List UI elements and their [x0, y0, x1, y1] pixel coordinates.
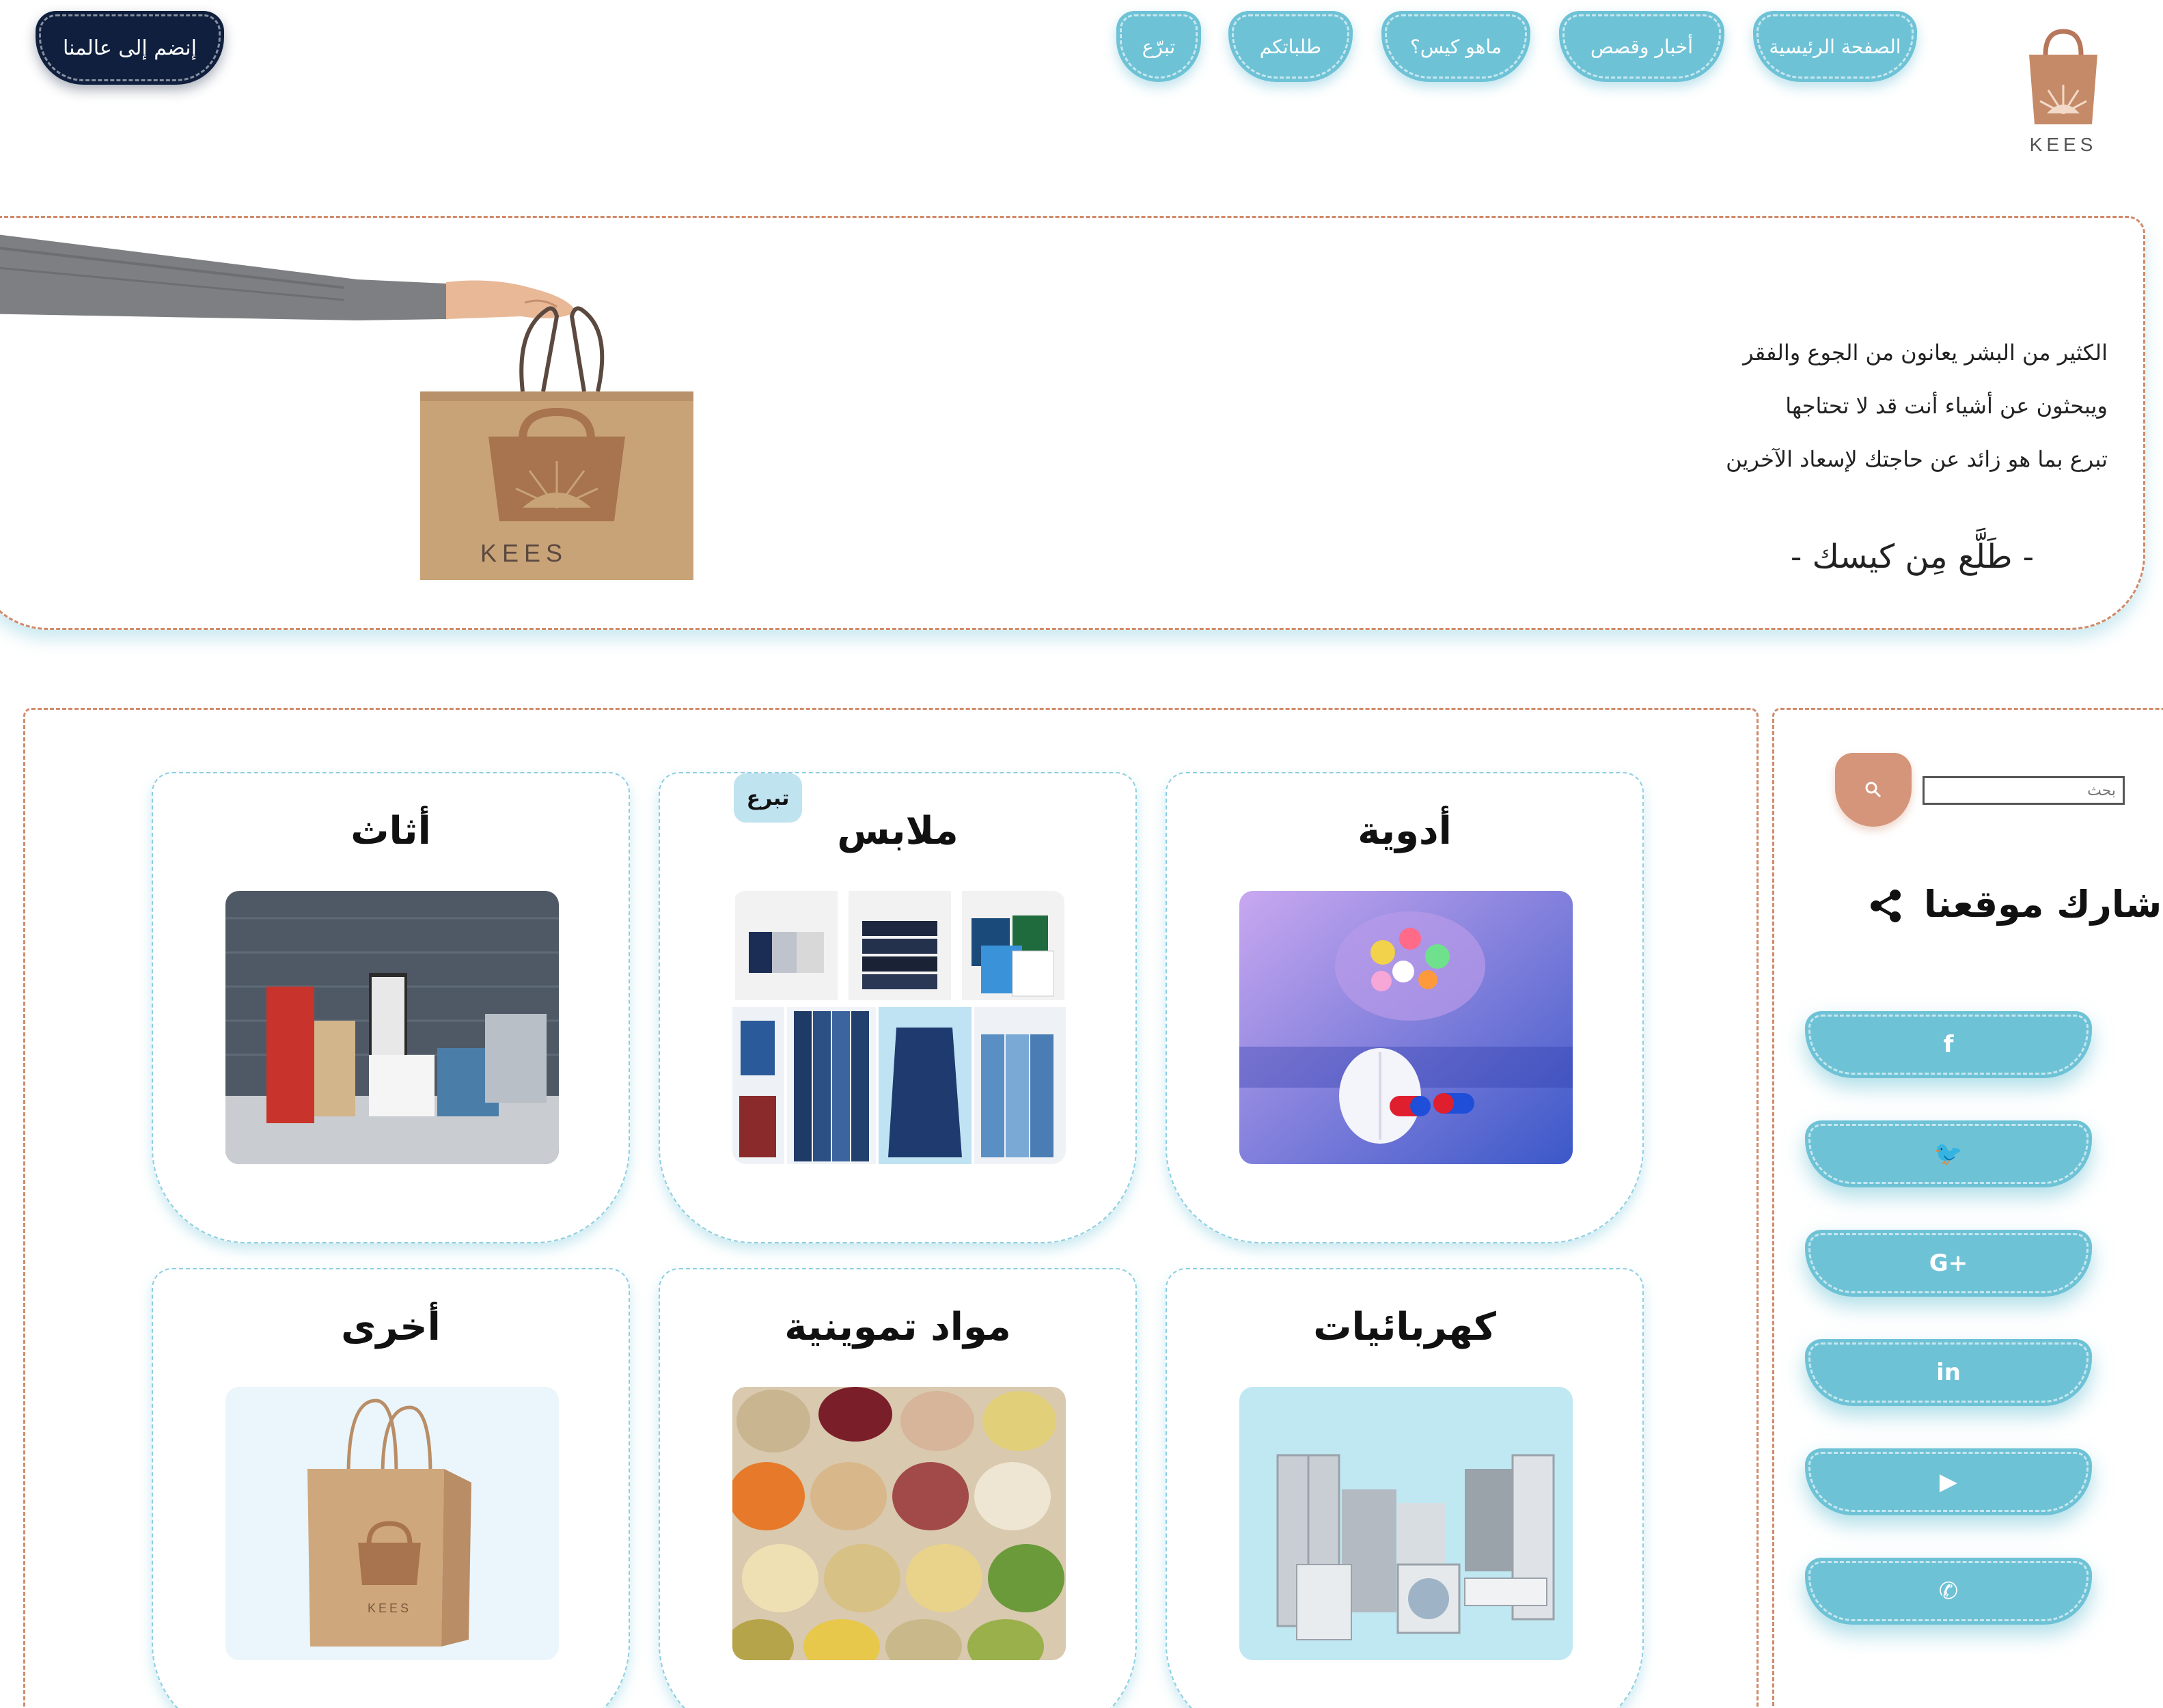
whatsapp-icon: ✆ — [1938, 1578, 1959, 1605]
hero-line: تبرع بما هو زائد عن حاجتك لإسعاد الآخرين — [1726, 446, 2108, 472]
youtube-icon: ▶ — [1939, 1468, 1958, 1496]
share-google-plus-button[interactable]: G+ — [1805, 1230, 2092, 1297]
category-card-clothes[interactable]: ملابس — [659, 772, 1137, 1243]
share-title: شارك موقعنا — [1924, 883, 2162, 926]
category-title: كهربائيات — [1313, 1305, 1496, 1349]
bag-print-text: KEES — [480, 539, 568, 567]
linkedin-icon: in — [1936, 1359, 1961, 1386]
nav-what-is-kees[interactable]: ماهو كيس؟ — [1381, 11, 1530, 82]
search-button[interactable] — [1835, 753, 1912, 827]
hero-banner: KEES الكثير من البشر يعانون من الجوع وال… — [0, 216, 2145, 630]
facebook-icon: f — [1943, 1031, 1954, 1058]
clothes-image — [732, 891, 1066, 1164]
category-card-groceries[interactable]: مواد تموينية — [659, 1268, 1137, 1708]
search-input[interactable] — [1923, 776, 2125, 805]
hero-message: الكثير من البشر يعانون من الجوع والفقر و… — [1629, 326, 2108, 486]
category-title: مواد تموينية — [784, 1305, 1011, 1349]
category-title: أخرى — [341, 1305, 441, 1349]
join-button[interactable]: إنضم إلى عالمنا — [36, 11, 224, 85]
category-card-medicine[interactable]: أدوية — [1166, 772, 1644, 1243]
hero-line: ويبحثون عن أشياء أنت قد لا تحتاجها — [1785, 393, 2108, 419]
category-card-electronics[interactable]: كهربائيات — [1166, 1268, 1644, 1708]
hero-line: الكثير من البشر يعانون من الجوع والفقر — [1743, 340, 2108, 366]
share-whatsapp-button[interactable]: ✆ — [1805, 1558, 2092, 1625]
nav-home[interactable]: الصفحة الرئيسية — [1753, 11, 1917, 82]
medicine-image — [1239, 891, 1573, 1164]
groceries-image — [732, 1387, 1066, 1660]
hero-signature: - طَلَّع مِن كيسك - — [1791, 538, 2034, 576]
nav-donate[interactable]: تبرّع — [1116, 11, 1201, 82]
donate-badge[interactable]: تبرع — [734, 773, 802, 823]
other-bag-image: KEES — [225, 1387, 559, 1660]
search-icon — [1865, 782, 1882, 798]
category-title: ملابس — [837, 809, 959, 853]
bag-logo-icon — [2024, 27, 2103, 127]
electronics-image — [1239, 1387, 1573, 1660]
site-logo[interactable]: KEES — [2015, 27, 2111, 156]
category-card-other[interactable]: أخرى KEES — [152, 1268, 630, 1708]
nav-news-stories[interactable]: أخبار وقصص — [1559, 11, 1724, 82]
category-title: أدوية — [1358, 809, 1452, 853]
share-facebook-button[interactable]: f — [1805, 1011, 2092, 1078]
category-title: أثاث — [350, 809, 431, 853]
share-linkedin-button[interactable]: in — [1805, 1339, 2092, 1406]
nav-requests[interactable]: طلباتكم — [1228, 11, 1353, 82]
furniture-image — [225, 891, 559, 1164]
twitter-icon: 🐦 — [1933, 1140, 1964, 1168]
share-youtube-button[interactable]: ▶ — [1805, 1448, 2092, 1515]
google-plus-icon: G+ — [1929, 1250, 1968, 1277]
bag-kees-text: KEES — [368, 1601, 411, 1615]
share-icon — [1871, 890, 1901, 922]
category-card-furniture[interactable]: أثاث — [152, 772, 630, 1243]
logo-text: KEES — [2029, 134, 2097, 155]
share-twitter-button[interactable]: 🐦 — [1805, 1120, 2092, 1187]
